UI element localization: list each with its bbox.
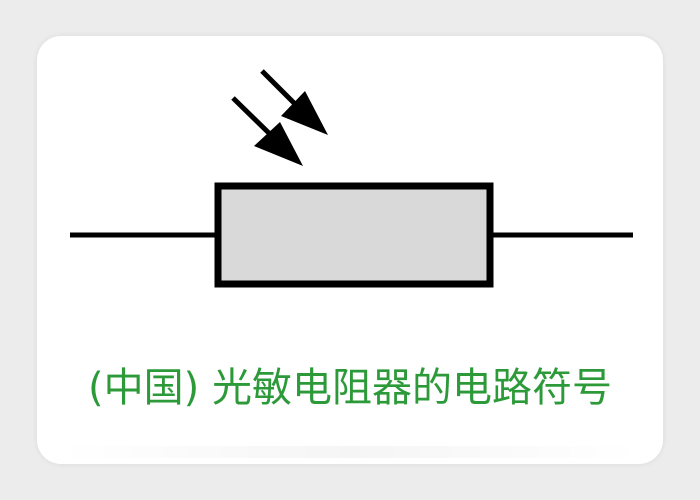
light-arrow-icon xyxy=(260,69,328,135)
resistor-body xyxy=(214,182,494,288)
decorative-fade xyxy=(57,446,643,458)
diagram-caption: (中国) 光敏电阻器的电路符号 xyxy=(88,365,612,411)
symbol-card: (中国) 光敏电阻器的电路符号 xyxy=(37,36,663,464)
